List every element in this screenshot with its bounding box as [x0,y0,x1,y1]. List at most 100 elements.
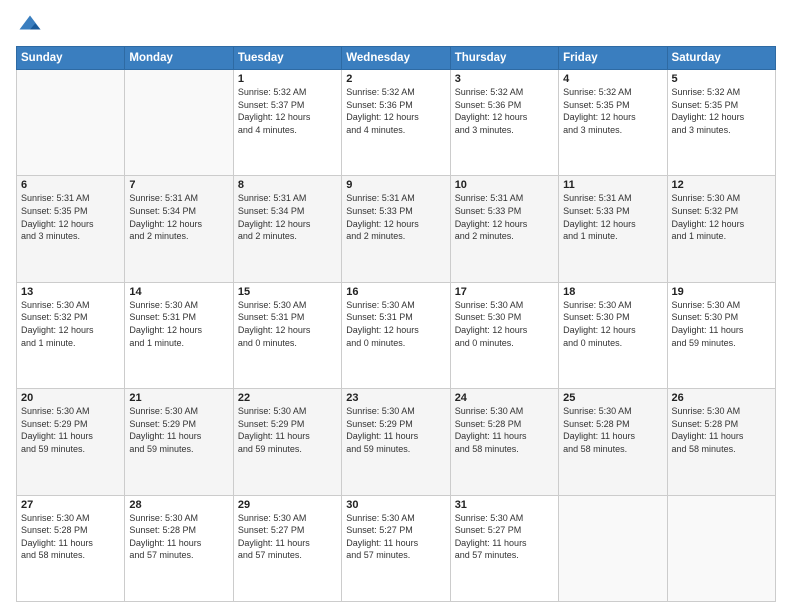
calendar-cell: 27Sunrise: 5:30 AM Sunset: 5:28 PM Dayli… [17,495,125,601]
calendar-header-tuesday: Tuesday [233,47,341,70]
calendar-header-monday: Monday [125,47,233,70]
day-info: Sunrise: 5:30 AM Sunset: 5:31 PM Dayligh… [238,299,337,349]
calendar-cell: 8Sunrise: 5:31 AM Sunset: 5:34 PM Daylig… [233,176,341,282]
calendar-cell: 24Sunrise: 5:30 AM Sunset: 5:28 PM Dayli… [450,389,558,495]
day-number: 31 [455,499,554,511]
day-info: Sunrise: 5:32 AM Sunset: 5:35 PM Dayligh… [672,86,771,136]
day-number: 21 [129,392,228,404]
calendar-cell: 30Sunrise: 5:30 AM Sunset: 5:27 PM Dayli… [342,495,450,601]
calendar-cell: 23Sunrise: 5:30 AM Sunset: 5:29 PM Dayli… [342,389,450,495]
calendar-cell: 31Sunrise: 5:30 AM Sunset: 5:27 PM Dayli… [450,495,558,601]
day-number: 13 [21,286,120,298]
day-info: Sunrise: 5:30 AM Sunset: 5:27 PM Dayligh… [238,512,337,562]
day-number: 17 [455,286,554,298]
calendar-cell: 5Sunrise: 5:32 AM Sunset: 5:35 PM Daylig… [667,70,775,176]
calendar-cell: 29Sunrise: 5:30 AM Sunset: 5:27 PM Dayli… [233,495,341,601]
calendar-week-row: 13Sunrise: 5:30 AM Sunset: 5:32 PM Dayli… [17,282,776,388]
day-number: 4 [563,73,662,85]
calendar-cell: 20Sunrise: 5:30 AM Sunset: 5:29 PM Dayli… [17,389,125,495]
day-info: Sunrise: 5:30 AM Sunset: 5:30 PM Dayligh… [672,299,771,349]
calendar-cell: 9Sunrise: 5:31 AM Sunset: 5:33 PM Daylig… [342,176,450,282]
day-info: Sunrise: 5:30 AM Sunset: 5:31 PM Dayligh… [129,299,228,349]
day-number: 19 [672,286,771,298]
day-info: Sunrise: 5:30 AM Sunset: 5:28 PM Dayligh… [672,405,771,455]
calendar-header-thursday: Thursday [450,47,558,70]
calendar-cell: 12Sunrise: 5:30 AM Sunset: 5:32 PM Dayli… [667,176,775,282]
day-info: Sunrise: 5:30 AM Sunset: 5:30 PM Dayligh… [455,299,554,349]
calendar-cell: 7Sunrise: 5:31 AM Sunset: 5:34 PM Daylig… [125,176,233,282]
day-number: 15 [238,286,337,298]
day-info: Sunrise: 5:30 AM Sunset: 5:29 PM Dayligh… [129,405,228,455]
calendar-cell: 28Sunrise: 5:30 AM Sunset: 5:28 PM Dayli… [125,495,233,601]
day-number: 27 [21,499,120,511]
calendar-week-row: 1Sunrise: 5:32 AM Sunset: 5:37 PM Daylig… [17,70,776,176]
day-info: Sunrise: 5:30 AM Sunset: 5:32 PM Dayligh… [21,299,120,349]
header [16,12,776,40]
calendar-cell [125,70,233,176]
day-number: 24 [455,392,554,404]
day-info: Sunrise: 5:32 AM Sunset: 5:37 PM Dayligh… [238,86,337,136]
calendar-cell: 25Sunrise: 5:30 AM Sunset: 5:28 PM Dayli… [559,389,667,495]
day-info: Sunrise: 5:32 AM Sunset: 5:36 PM Dayligh… [346,86,445,136]
day-number: 12 [672,179,771,191]
day-number: 28 [129,499,228,511]
day-info: Sunrise: 5:30 AM Sunset: 5:28 PM Dayligh… [21,512,120,562]
day-info: Sunrise: 5:30 AM Sunset: 5:27 PM Dayligh… [455,512,554,562]
calendar-cell: 10Sunrise: 5:31 AM Sunset: 5:33 PM Dayli… [450,176,558,282]
calendar-cell: 26Sunrise: 5:30 AM Sunset: 5:28 PM Dayli… [667,389,775,495]
day-number: 3 [455,73,554,85]
calendar-cell: 15Sunrise: 5:30 AM Sunset: 5:31 PM Dayli… [233,282,341,388]
day-info: Sunrise: 5:30 AM Sunset: 5:31 PM Dayligh… [346,299,445,349]
day-number: 26 [672,392,771,404]
calendar-cell [559,495,667,601]
day-number: 11 [563,179,662,191]
calendar-cell: 1Sunrise: 5:32 AM Sunset: 5:37 PM Daylig… [233,70,341,176]
calendar-cell: 3Sunrise: 5:32 AM Sunset: 5:36 PM Daylig… [450,70,558,176]
day-info: Sunrise: 5:32 AM Sunset: 5:35 PM Dayligh… [563,86,662,136]
day-number: 30 [346,499,445,511]
calendar-cell: 2Sunrise: 5:32 AM Sunset: 5:36 PM Daylig… [342,70,450,176]
calendar-week-row: 27Sunrise: 5:30 AM Sunset: 5:28 PM Dayli… [17,495,776,601]
day-number: 25 [563,392,662,404]
day-info: Sunrise: 5:31 AM Sunset: 5:33 PM Dayligh… [346,192,445,242]
day-info: Sunrise: 5:30 AM Sunset: 5:27 PM Dayligh… [346,512,445,562]
day-number: 5 [672,73,771,85]
day-info: Sunrise: 5:30 AM Sunset: 5:29 PM Dayligh… [21,405,120,455]
calendar-cell: 21Sunrise: 5:30 AM Sunset: 5:29 PM Dayli… [125,389,233,495]
calendar-table: SundayMondayTuesdayWednesdayThursdayFrid… [16,46,776,602]
calendar-cell: 17Sunrise: 5:30 AM Sunset: 5:30 PM Dayli… [450,282,558,388]
day-info: Sunrise: 5:30 AM Sunset: 5:28 PM Dayligh… [563,405,662,455]
day-number: 16 [346,286,445,298]
day-info: Sunrise: 5:30 AM Sunset: 5:32 PM Dayligh… [672,192,771,242]
day-info: Sunrise: 5:31 AM Sunset: 5:33 PM Dayligh… [563,192,662,242]
day-info: Sunrise: 5:30 AM Sunset: 5:28 PM Dayligh… [129,512,228,562]
day-info: Sunrise: 5:31 AM Sunset: 5:35 PM Dayligh… [21,192,120,242]
day-number: 9 [346,179,445,191]
calendar-cell: 22Sunrise: 5:30 AM Sunset: 5:29 PM Dayli… [233,389,341,495]
calendar-cell: 14Sunrise: 5:30 AM Sunset: 5:31 PM Dayli… [125,282,233,388]
calendar-week-row: 20Sunrise: 5:30 AM Sunset: 5:29 PM Dayli… [17,389,776,495]
calendar-cell: 11Sunrise: 5:31 AM Sunset: 5:33 PM Dayli… [559,176,667,282]
calendar-cell: 13Sunrise: 5:30 AM Sunset: 5:32 PM Dayli… [17,282,125,388]
day-number: 20 [21,392,120,404]
calendar-header-friday: Friday [559,47,667,70]
day-number: 23 [346,392,445,404]
day-number: 2 [346,73,445,85]
calendar-header-wednesday: Wednesday [342,47,450,70]
day-number: 18 [563,286,662,298]
calendar-cell: 6Sunrise: 5:31 AM Sunset: 5:35 PM Daylig… [17,176,125,282]
day-number: 29 [238,499,337,511]
calendar-week-row: 6Sunrise: 5:31 AM Sunset: 5:35 PM Daylig… [17,176,776,282]
day-info: Sunrise: 5:30 AM Sunset: 5:28 PM Dayligh… [455,405,554,455]
logo-icon [16,12,44,40]
day-info: Sunrise: 5:30 AM Sunset: 5:30 PM Dayligh… [563,299,662,349]
day-info: Sunrise: 5:30 AM Sunset: 5:29 PM Dayligh… [346,405,445,455]
day-number: 8 [238,179,337,191]
day-number: 22 [238,392,337,404]
page: SundayMondayTuesdayWednesdayThursdayFrid… [0,0,792,612]
calendar-cell: 18Sunrise: 5:30 AM Sunset: 5:30 PM Dayli… [559,282,667,388]
day-info: Sunrise: 5:31 AM Sunset: 5:34 PM Dayligh… [129,192,228,242]
calendar-cell [17,70,125,176]
logo [16,12,48,40]
day-info: Sunrise: 5:30 AM Sunset: 5:29 PM Dayligh… [238,405,337,455]
